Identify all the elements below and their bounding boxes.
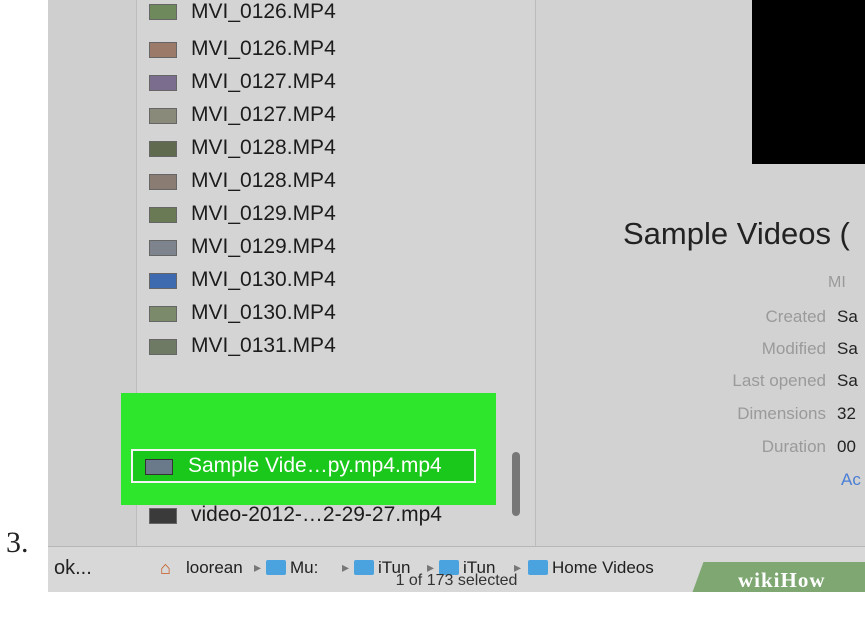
video-thumbnail-icon [149,75,177,91]
file-row[interactable]: MVI_0131.MP4 [137,331,517,364]
video-thumbnail-icon [149,240,177,256]
info-modified-label: Modified [761,339,826,358]
file-row[interactable]: MVI_0126.MP4 [137,34,517,67]
watermark-logo: wikiHow [738,568,826,592]
video-thumbnail-icon [149,4,177,20]
file-name: MVI_0131.MP4 [191,334,336,357]
video-thumbnail-icon [149,174,177,190]
info-dimensions-value: 32 [837,404,856,423]
file-row[interactable]: MVI_0127.MP4 [137,100,517,133]
info-dimensions-label: Dimensions [737,404,826,423]
file-row[interactable]: MVI_0126.MP4 [137,0,517,33]
file-row[interactable]: MVI_0130.MP4 [137,265,517,298]
video-thumbnail-icon [149,42,177,58]
info-duration-value: 00 [837,437,856,456]
video-thumbnail-icon [149,273,177,289]
info-created-label: Created [765,307,826,326]
finder-window: MVI_0126.MP4 MVI_0126.MP4 MVI_0127.MP4 M… [48,0,865,592]
video-thumbnail-icon [149,108,177,124]
file-name: MVI_0126.MP4 [191,37,336,60]
video-thumbnail-icon [149,339,177,355]
file-row[interactable]: MVI_0128.MP4 [137,166,517,199]
info-modified-value: Sa [837,339,858,358]
preview-kind: MI [828,274,846,291]
video-thumbnail-icon [145,459,173,475]
video-thumbnail-icon [149,306,177,322]
add-tags-link[interactable]: Ac [841,470,861,490]
selected-file-highlight: Sample Vide…py.mp4.mp4 [121,393,496,505]
file-name: MVI_0130.MP4 [191,301,336,324]
info-duration-label: Duration [761,437,826,456]
file-name: MVI_0128.MP4 [191,136,336,159]
selected-file-name: Sample Vide…py.mp4.mp4 [188,454,442,477]
selected-file-row[interactable]: Sample Vide…py.mp4.mp4 [131,449,476,483]
video-thumbnail-icon [149,207,177,223]
file-name: MVI_0129.MP4 [191,235,336,258]
info-created-value: Sa [837,307,858,326]
file-row[interactable]: MVI_0130.MP4 [137,298,517,331]
file-name: MVI_0128.MP4 [191,169,336,192]
step-number: 3. [6,526,29,559]
video-preview[interactable] [752,0,865,164]
info-last-opened-label: Last opened [732,371,826,390]
file-row[interactable]: MVI_0127.MP4 [137,67,517,100]
file-name: MVI_0127.MP4 [191,70,336,93]
video-thumbnail-icon [149,508,177,524]
file-name: MVI_0130.MP4 [191,268,336,291]
video-thumbnail-icon [149,141,177,157]
file-name: MVI_0127.MP4 [191,103,336,126]
file-row[interactable]: MVI_0128.MP4 [137,133,517,166]
info-last-opened-value: Sa [837,371,858,390]
file-name: video-2012-…2-29-27.mp4 [191,503,442,526]
preview-title: Sample Videos ( [623,216,850,251]
file-row[interactable]: MVI_0129.MP4 [137,199,517,232]
file-name: MVI_0126.MP4 [191,0,336,23]
file-name: MVI_0129.MP4 [191,202,336,225]
scrollbar[interactable] [512,452,520,516]
file-row[interactable]: MVI_0129.MP4 [137,232,517,265]
